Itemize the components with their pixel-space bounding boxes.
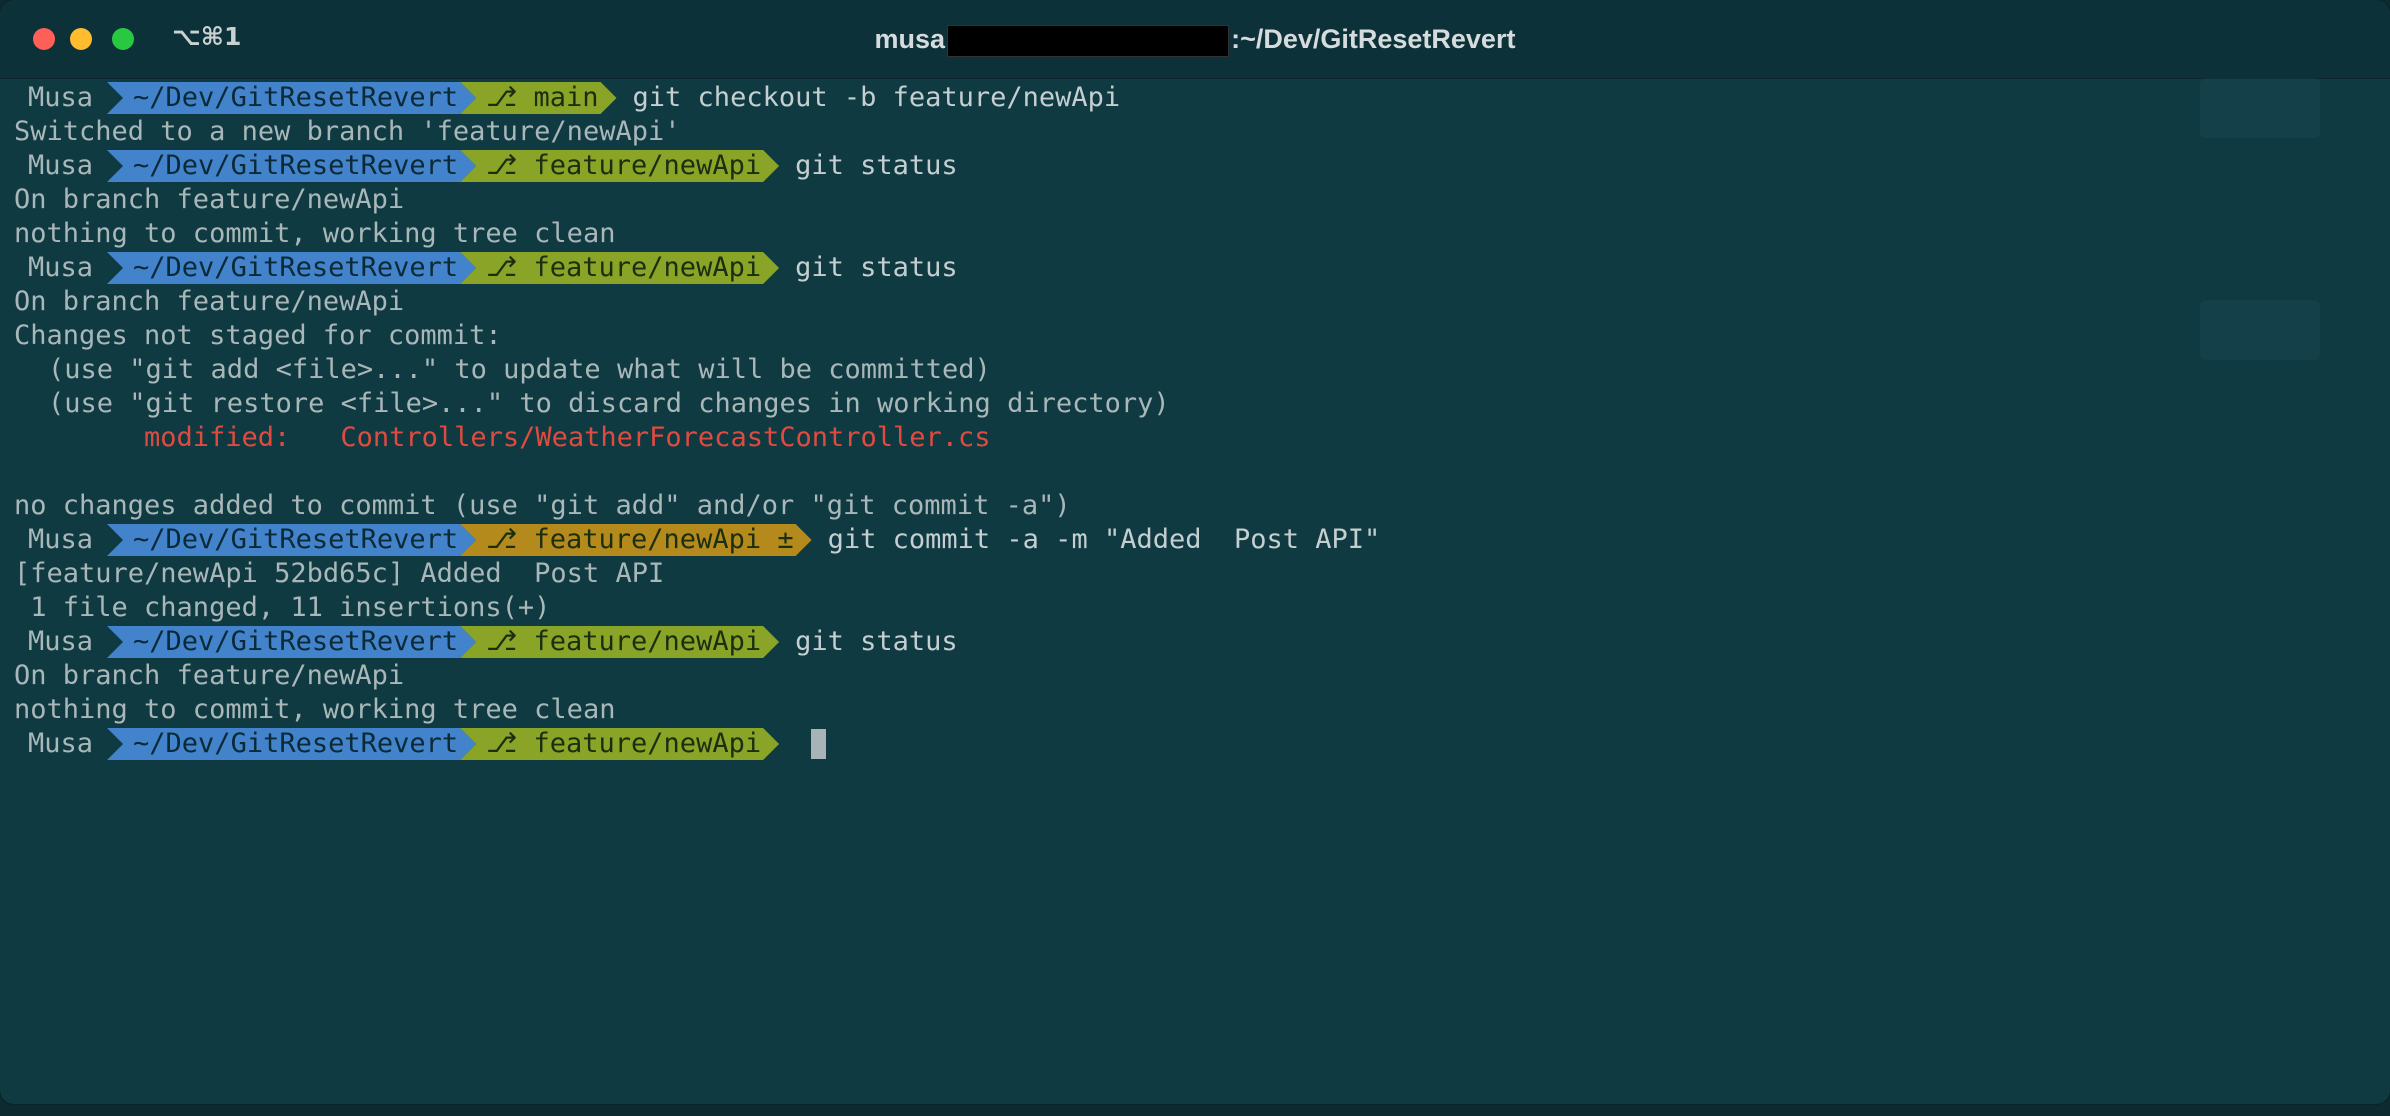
output-line: On branch feature/newApi	[14, 184, 405, 215]
title-bar[interactable]: ⌥⌘1 musa:~/Dev/GitResetRevert	[0, 0, 2390, 79]
prompt-branch: ⎇ feature/newApi	[460, 728, 779, 760]
prompt-user: Musa	[28, 728, 94, 759]
output-line: (use "git restore <file>..." to discard …	[48, 388, 1170, 419]
active-prompt-line[interactable]: Musa ~/Dev/GitResetRevert ⎇ feature/newApi	[14, 727, 2374, 761]
modified-file-line: modified: Controllers/WeatherForecastCont…	[14, 421, 2374, 455]
prompt-user: Musa	[28, 82, 94, 113]
output-line: Switched to a new branch 'feature/newApi…	[14, 116, 681, 147]
prompt-path: ~/Dev/GitResetRevert	[107, 728, 476, 760]
output-line: On branch feature/newApi	[14, 660, 405, 691]
prompt-path: ~/Dev/GitResetRevert	[107, 150, 476, 182]
prompt-user: Musa	[28, 524, 94, 555]
command-text: git commit -a -m "Added Post API"	[827, 524, 1381, 555]
command-text: git status	[795, 252, 958, 283]
prompt-path: ~/Dev/GitResetRevert	[107, 626, 476, 658]
prompt-path: ~/Dev/GitResetRevert	[107, 524, 476, 556]
prompt-line: Musa ~/Dev/GitResetRevert ⎇ main git checko…	[14, 81, 2374, 115]
prompt-user: Musa	[28, 626, 94, 657]
prompt-line: Musa ~/Dev/GitResetRevert ⎇ feature/newApi…	[14, 251, 2374, 285]
prompt-user: Musa	[28, 150, 94, 181]
prompt-path: ~/Dev/GitResetRevert	[107, 82, 476, 114]
output-line: nothing to commit, working tree clean	[14, 694, 616, 725]
output-line: Changes not staged for commit:	[14, 320, 502, 351]
prompt-branch: ⎇ feature/newApi	[460, 626, 779, 658]
output-line: no changes added to commit (use "git add…	[14, 490, 1071, 521]
output-line: [feature/newApi 52bd65c] Added Post API	[14, 558, 665, 589]
prompt-branch: ⎇ feature/newApi	[460, 150, 779, 182]
text-cursor	[811, 729, 827, 759]
prompt-line: Musa ~/Dev/GitResetRevert ⎇ feature/newApi…	[14, 149, 2374, 183]
modified-file: Controllers/WeatherForecastController.cs	[340, 422, 991, 453]
terminal-window: ⌥⌘1 musa:~/Dev/GitResetRevert Musa ~/Dev/…	[0, 0, 2390, 1104]
command-text: git status	[795, 626, 958, 657]
modified-label: modified:	[144, 422, 291, 453]
output-line: On branch feature/newApi	[14, 286, 405, 317]
prompt-branch: ⎇ feature/newApi	[460, 252, 779, 284]
command-text: git checkout -b feature/newApi	[632, 82, 1121, 113]
command-text: git status	[795, 150, 958, 181]
output-line: 1 file changed, 11 insertions(+)	[14, 592, 551, 623]
prompt-path: ~/Dev/GitResetRevert	[107, 252, 476, 284]
output-line: nothing to commit, working tree clean	[14, 218, 616, 249]
prompt-user: Musa	[28, 252, 94, 283]
prompt-line: Musa ~/Dev/GitResetRevert ⎇ feature/newApi…	[14, 625, 2374, 659]
prompt-line: Musa ~/Dev/GitResetRevert ⎇ feature/newApi…	[14, 523, 2374, 557]
output-line: (use "git add <file>..." to update what …	[48, 354, 991, 385]
window-title: musa :~/Dev/GitResetRevert	[0, 24, 2390, 57]
redacted-block	[947, 24, 1230, 57]
title-suffix: :~/Dev/GitResetRevert	[1231, 24, 1516, 54]
title-prefix: musa	[874, 24, 946, 54]
prompt-branch-dirty: ⎇ feature/newApi ±	[460, 524, 811, 556]
prompt-branch: ⎇ main	[460, 82, 616, 114]
terminal-output[interactable]: Musa ~/Dev/GitResetRevert ⎇ main git checko…	[14, 81, 2374, 761]
